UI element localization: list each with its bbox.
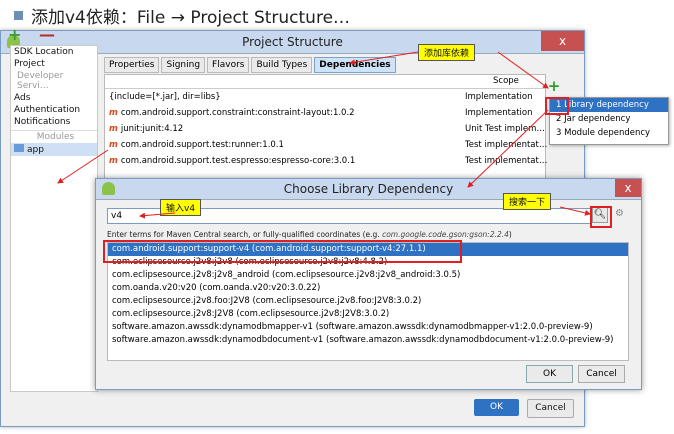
arrow-to-app-module bbox=[57, 149, 109, 184]
annotation-arrows bbox=[57, 51, 591, 219]
arrow-to-add-button bbox=[497, 51, 549, 89]
arrow-to-search-button bbox=[559, 206, 591, 216]
arrow-to-search-field bbox=[139, 212, 176, 219]
arrow-to-dependencies-tab bbox=[349, 51, 419, 66]
arrow-to-choose-dialog bbox=[467, 109, 549, 188]
